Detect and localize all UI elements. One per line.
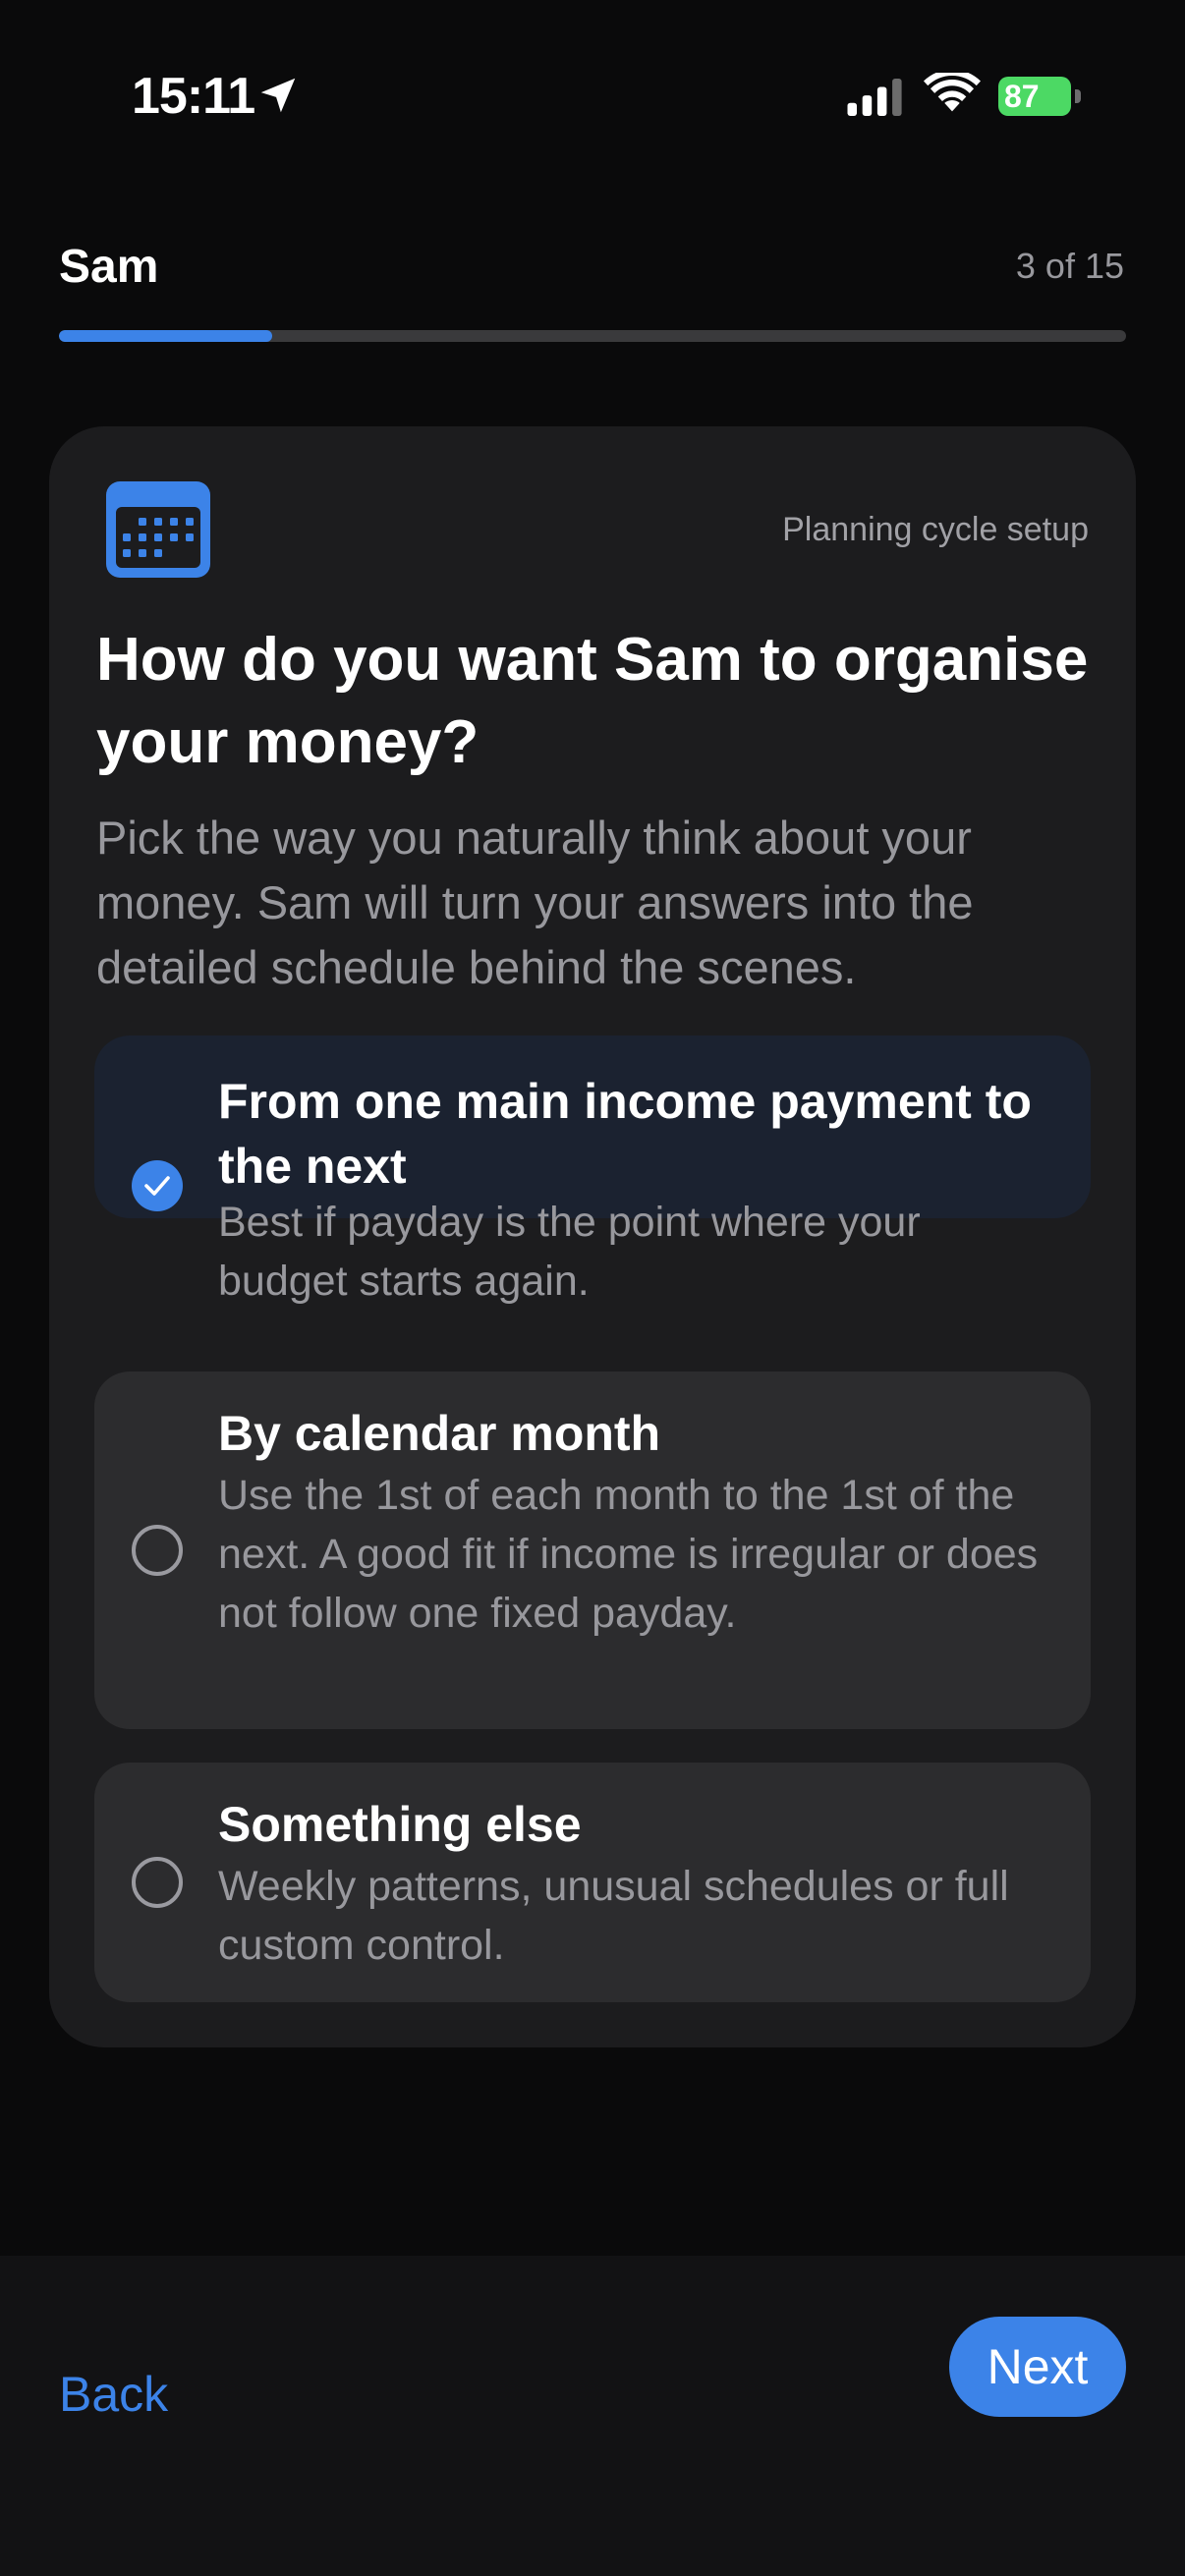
card-title: How do you want Sam to organise your mon… [96,626,1089,776]
option-something-else[interactable]: Something else Weekly patterns, unusual … [94,1763,1091,2002]
battery-cap [1075,89,1081,103]
onboarding-screen: 15:11 87 Sam 3 of 15 Planning cycle setu… [0,0,1185,2576]
option-calendar-month[interactable]: By calendar month Use the 1st of each mo… [94,1372,1091,1729]
option-subtitle: Use the 1st of each month to the 1st of … [218,1472,1039,1637]
option-subtitle: Best if payday is the point where your b… [218,1199,921,1305]
back-button[interactable]: Back [59,2366,168,2423]
cellular-signal-icon [847,79,902,116]
next-button[interactable]: Next [949,2317,1126,2417]
battery-icon: 87 [998,77,1081,116]
calendar-icon [106,481,210,578]
question-card: Planning cycle setup How do you want Sam… [49,426,1136,2047]
step-counter: 3 of 15 [1015,246,1124,286]
radio-checked-icon[interactable] [132,1160,183,1211]
option-title: Something else [218,1797,582,1852]
battery-level: 87 [1004,79,1040,114]
status-bar: 15:11 87 [0,0,1185,196]
wifi-icon [924,73,981,112]
option-title: By calendar month [218,1406,661,1461]
app-title: Sam [59,241,159,293]
radio-unchecked-icon[interactable] [132,1525,183,1576]
bottom-nav-bar: Back Next [0,2256,1185,2576]
checkmark-icon [144,1176,170,1196]
progress-bar [59,330,1126,342]
radio-unchecked-icon[interactable] [132,1857,183,1908]
option-title: From one main income payment to the next [218,1074,1032,1194]
option-income-to-income[interactable]: From one main income payment to the next… [94,1036,1091,1305]
option-subtitle: Weekly patterns, unusual schedules or fu… [218,1863,1009,1969]
location-arrow-icon [260,78,296,113]
card-tag: Planning cycle setup [782,511,1089,548]
progress-fill [59,330,273,342]
status-time: 15:11 [132,68,255,125]
card-description: Pick the way you naturally think about y… [96,812,974,993]
